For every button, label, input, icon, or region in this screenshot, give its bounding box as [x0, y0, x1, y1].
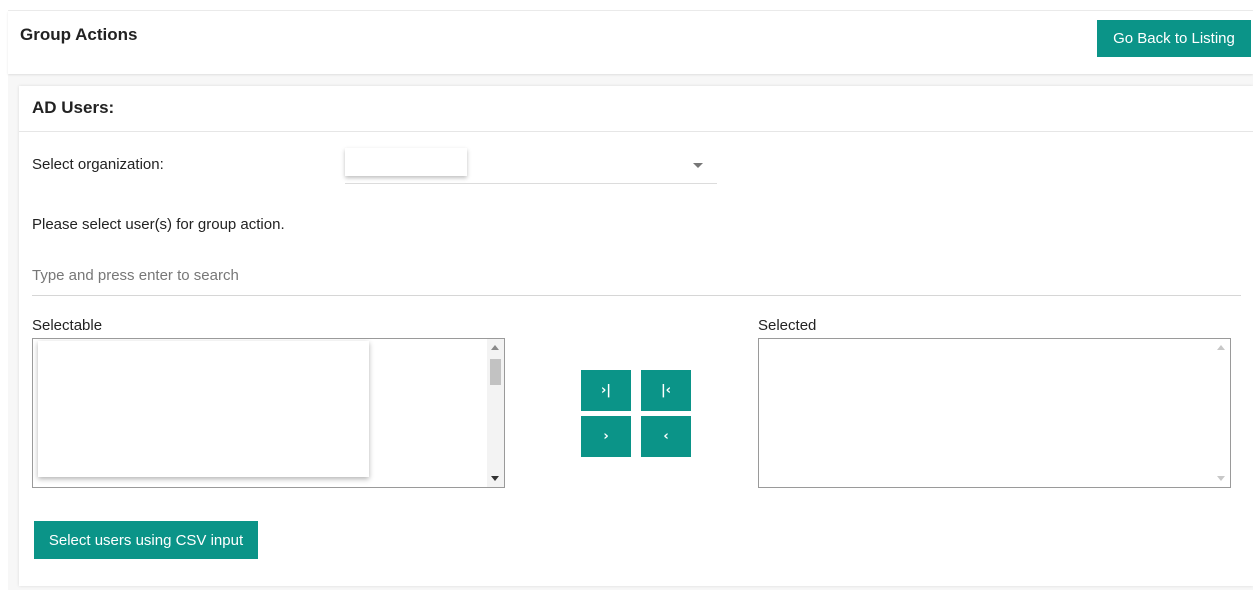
- selected-listbox[interactable]: [758, 338, 1231, 488]
- scroll-down-icon[interactable]: [491, 476, 499, 481]
- scroll-down-icon[interactable]: [1217, 476, 1225, 481]
- selectable-scrollbar[interactable]: [487, 339, 504, 487]
- card-divider: [19, 131, 1253, 132]
- card-title: AD Users:: [32, 98, 115, 117]
- selectable-label: Selectable: [32, 317, 103, 334]
- csv-input-button[interactable]: Select users using CSV input: [34, 521, 258, 559]
- move-left-button[interactable]: ‹: [641, 416, 691, 457]
- page-container: Group Actions Go Back to Listing AD User…: [8, 10, 1253, 590]
- scroll-up-icon[interactable]: [1217, 345, 1225, 350]
- organization-dropdown-popup[interactable]: [345, 148, 467, 176]
- instruction-text: Please select user(s) for group action.: [32, 216, 285, 233]
- organization-label: Select organization:: [32, 156, 164, 173]
- organization-select[interactable]: [345, 148, 717, 184]
- ad-users-card: AD Users: Select organization: Please se…: [19, 86, 1253, 586]
- move-all-right-button[interactable]: ›|: [581, 370, 631, 411]
- page-title: Group Actions: [20, 25, 138, 44]
- scroll-up-icon[interactable]: [491, 345, 499, 350]
- selected-scrollbar[interactable]: [1213, 339, 1230, 487]
- selectable-list-popup: [38, 341, 369, 477]
- page-header: Group Actions Go Back to Listing: [8, 11, 1253, 74]
- go-back-to-listing-button[interactable]: Go Back to Listing: [1097, 20, 1251, 57]
- scroll-thumb[interactable]: [490, 359, 501, 385]
- selected-label: Selected: [758, 317, 817, 334]
- dropdown-caret-icon[interactable]: [693, 163, 703, 168]
- user-search-input[interactable]: [32, 256, 1241, 296]
- selectable-listbox[interactable]: [32, 338, 505, 488]
- move-all-left-button[interactable]: |‹: [641, 370, 691, 411]
- move-right-button[interactable]: ›: [581, 416, 631, 457]
